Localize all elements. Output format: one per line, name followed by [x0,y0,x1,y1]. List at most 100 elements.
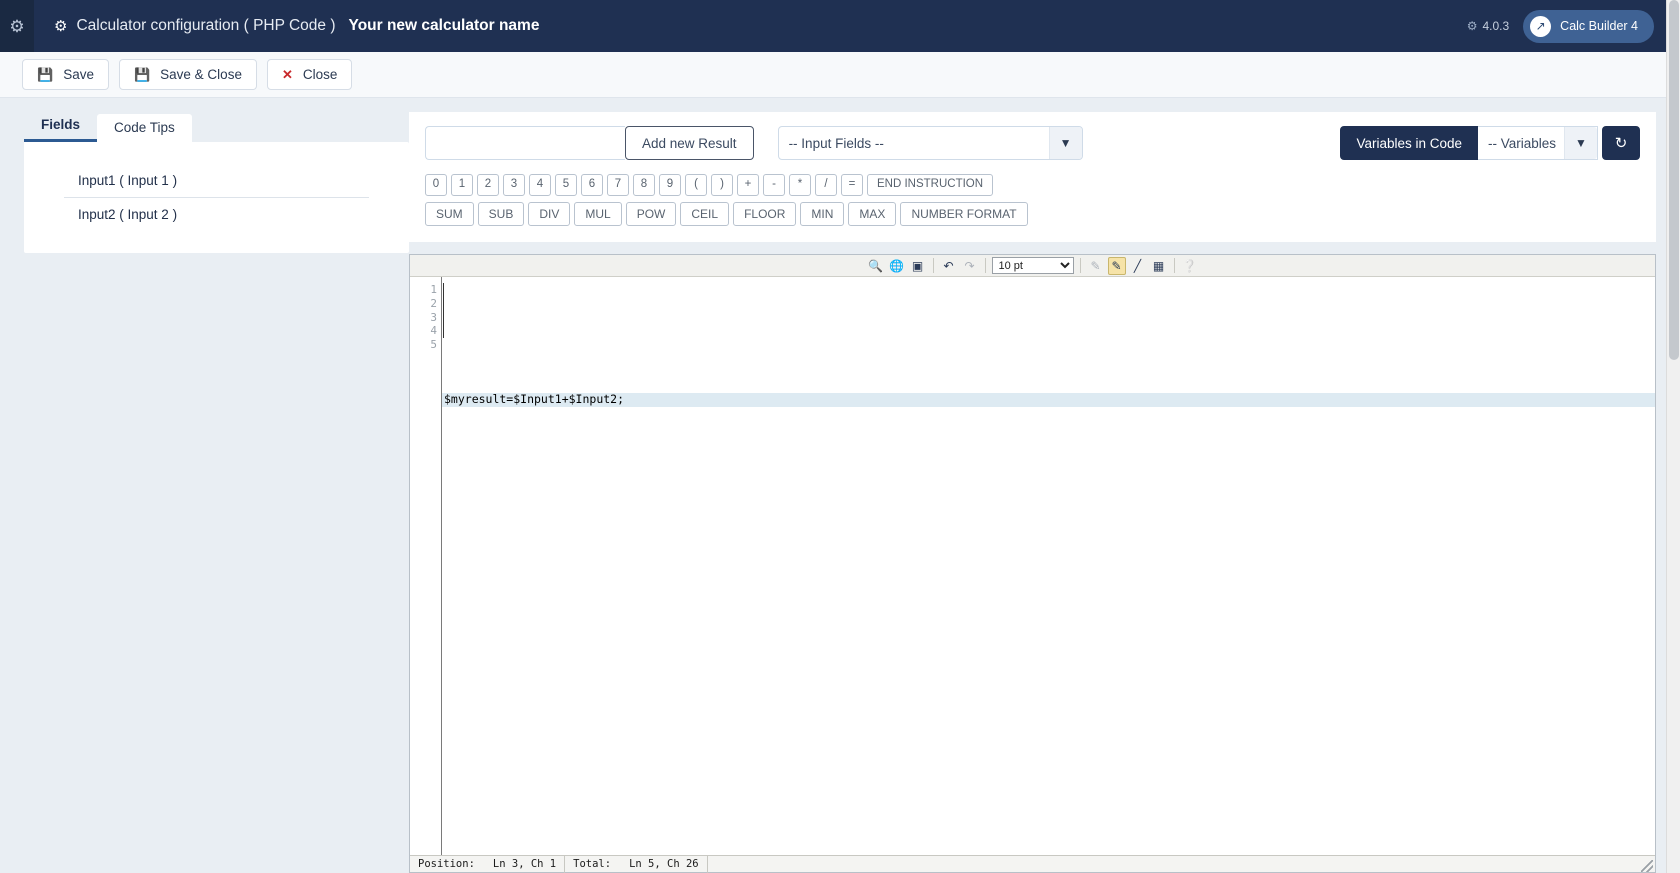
insert-image-icon[interactable]: ▦ [1150,257,1168,275]
input-fields-select[interactable]: -- Input Fields -- [777,126,1083,160]
key-end-instruction[interactable]: END INSTRUCTION [867,174,994,196]
key-8[interactable]: 8 [633,174,655,196]
line-number: 1 [430,283,437,296]
key-5[interactable]: 5 [555,174,577,196]
resize-grip-handle[interactable] [1641,859,1653,872]
window-icon[interactable]: ▣ [909,257,927,275]
key-number-format[interactable]: NUMBER FORMAT [900,202,1028,226]
list-item[interactable]: Input1 ( Input 1 ) [64,164,369,197]
key-7[interactable]: 7 [607,174,629,196]
key-3[interactable]: 3 [503,174,525,196]
key-equals[interactable]: = [841,174,863,196]
product-pill-label: Calc Builder 4 [1560,19,1638,33]
page-title-name: Your new calculator name [348,17,540,34]
eraser-icon[interactable]: ╱ [1129,257,1147,275]
status-position-label: Position: [418,858,475,870]
header-right-group: ⚙ 4.0.3 ↗ Calc Builder 4 [1466,9,1680,43]
key-9[interactable]: 9 [659,174,681,196]
joomla-mark-icon: ⚙ [1466,19,1478,33]
line-number-gutter: 1 2 3 4 5 [410,277,442,855]
product-pill-button[interactable]: ↗ Calc Builder 4 [1523,9,1654,43]
floppy-disk-icon: 💾 [133,67,151,82]
left-panel-tabs: Fields Code Tips [24,112,409,142]
left-panel: Fields Code Tips Input1 ( Input 1 ) Inpu… [24,112,409,873]
variables-select[interactable]: -- Variables -- [1478,126,1598,160]
key-multiply[interactable]: * [789,174,811,196]
toolbar-divider [1079,258,1081,273]
highlight-brush-icon[interactable]: ✎ [1107,256,1126,275]
key-2[interactable]: 2 [477,174,499,196]
line-number: 3 [430,310,437,324]
toolbar-divider [1173,258,1175,273]
tab-code-tips[interactable]: Code Tips [97,114,192,142]
result-name-input[interactable] [425,126,625,160]
code-text-area[interactable]: $myresult=$Input1+$Input2; [442,277,1655,855]
key-1[interactable]: 1 [451,174,473,196]
save-button-label: Save [63,67,94,82]
key-pow[interactable]: POW [625,202,677,226]
external-link-icon: ↗ [1530,15,1552,37]
key-0[interactable]: 0 [425,174,447,196]
toolbar-divider [932,258,934,273]
help-icon[interactable]: ❔ [1181,257,1199,275]
key-divide[interactable]: / [815,174,837,196]
add-new-result-button[interactable]: Add new Result [625,126,754,160]
key-min[interactable]: MIN [800,202,845,226]
tab-fields[interactable]: Fields [24,111,98,142]
status-total-value: Ln 5, Ch 26 [629,858,699,870]
key-6[interactable]: 6 [581,174,603,196]
undo-icon[interactable]: ↶ [940,257,958,275]
key-4[interactable]: 4 [529,174,551,196]
version-label: 4.0.3 [1482,19,1510,33]
key-sub[interactable]: SUB [477,202,525,226]
editor-toolbar: 🔍 🌐 ▣ ↶ ↷ 10 pt ✎ ✎ ╱ ▦ ❔ [410,255,1655,277]
find-icon[interactable]: 🔍 [867,257,885,275]
key-close-paren[interactable]: ) [711,174,733,196]
key-open-paren[interactable]: ( [685,174,707,196]
line-number: 5 [430,338,437,352]
refresh-variables-button[interactable]: ↻ [1602,126,1640,160]
key-mul[interactable]: MUL [574,202,622,226]
gear-icon: ⚙ [54,18,68,35]
toolbar-divider [984,258,986,273]
page-scrollbar-thumb[interactable] [1669,0,1679,360]
save-and-close-button[interactable]: 💾 Save & Close [118,59,257,90]
key-floor[interactable]: FLOOR [733,202,797,226]
close-button[interactable]: ✕ Close [266,59,353,90]
app-header: ⚙︎ ⚙ Calculator configuration ( PHP Code… [0,0,1680,52]
save-button[interactable]: 💾 Save [22,59,109,90]
function-keypad-row: SUM SUB DIV MUL POW CEIL FLOOR MIN MAX N… [425,202,1640,226]
add-result-group: Add new Result [425,126,754,160]
redo-icon[interactable]: ↷ [961,257,979,275]
input-fields-select-wrap: -- Input Fields -- ▼ [777,126,1083,160]
builder-panel: Add new Result -- Input Fields -- ▼ Vari… [409,112,1656,873]
status-total-label: Total: [573,858,612,870]
goto-icon[interactable]: 🌐 [888,257,906,275]
code-editor: 🔍 🌐 ▣ ↶ ↷ 10 pt ✎ ✎ ╱ ▦ ❔ 1 2 3 4 5 $myr… [409,254,1656,873]
key-div[interactable]: DIV [528,202,571,226]
line-number: 2 [430,296,437,310]
main-content: Fields Code Tips Input1 ( Input 1 ) Inpu… [0,98,1680,873]
text-caret [443,283,444,338]
line-number: 4 [430,324,437,338]
editor-body[interactable]: 1 2 3 4 5 $myresult=$Input1+$Input2; [410,277,1655,855]
format-brush-icon[interactable]: ✎ [1087,257,1105,275]
list-item[interactable]: Input2 ( Input 2 ) [64,197,369,231]
joomla-icon[interactable]: ⚙︎ [0,0,34,52]
status-spacer [708,856,1655,873]
key-plus[interactable]: + [737,174,759,196]
key-ceil[interactable]: CEIL [680,202,730,226]
refresh-icon: ↻ [1614,135,1628,152]
variables-in-code-button[interactable]: Variables in Code [1340,126,1478,160]
status-position: Position: Ln 3, Ch 1 [410,855,566,873]
key-max[interactable]: MAX [848,202,897,226]
key-sum[interactable]: SUM [425,202,474,226]
page-scrollbar[interactable] [1666,0,1680,873]
key-minus[interactable]: - [763,174,785,196]
font-size-select[interactable]: 10 pt [991,257,1074,274]
close-button-label: Close [302,67,338,82]
action-toolbar: 💾 Save 💾 Save & Close ✕ Close [0,52,1680,98]
